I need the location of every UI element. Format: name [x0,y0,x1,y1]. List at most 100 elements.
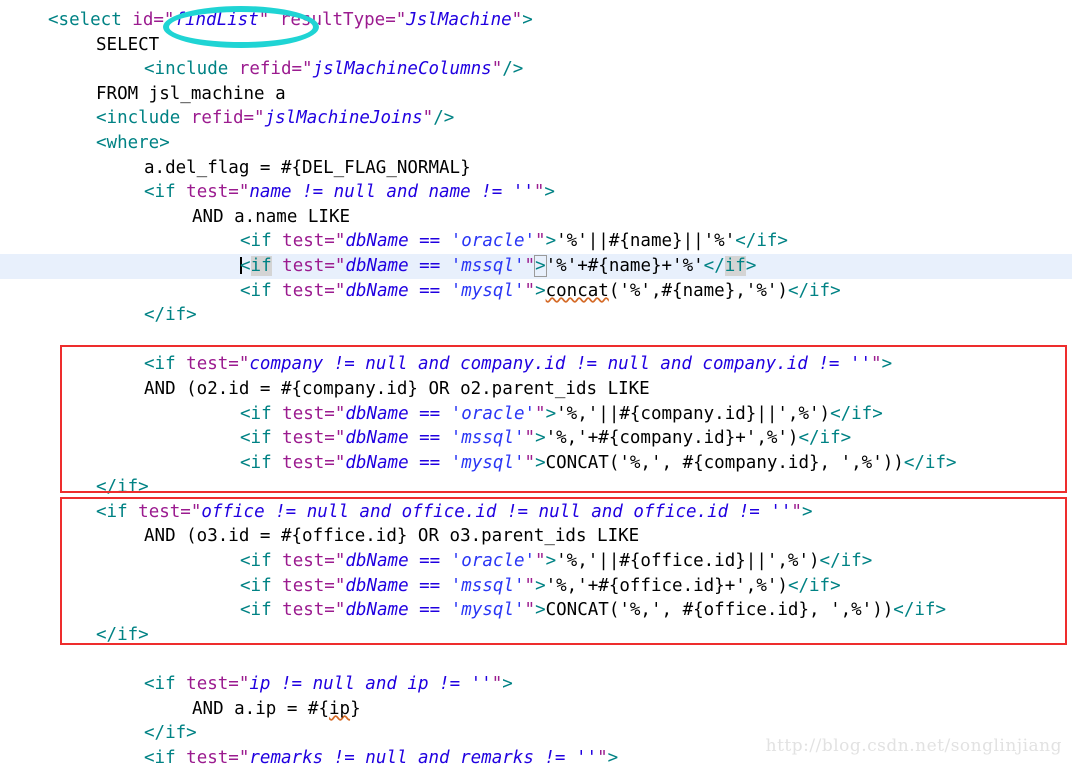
condition-ip-mid: = #{ [276,698,329,719]
code-line-13[interactable]: </if> [0,303,1072,328]
quote-close: " [524,452,536,473]
tag-if-close: </if> [830,403,883,424]
body-mssql-concat: '%'+#{name}+'%' [545,255,704,276]
body-mysql-concat-args: ('%',#{name},'%') [608,280,788,301]
code-line-19[interactable]: <if test="dbName == 'mysql'">CONCAT('%,'… [0,451,1072,476]
attr-test: test= [186,182,239,203]
code-editor[interactable]: <select id="findList" resultType="JslMac… [0,0,1072,768]
tag-include-open: <include [96,108,191,129]
tag-if-close: </if> [96,624,149,645]
code-line-26[interactable]: </if> [0,623,1072,648]
condition-office-like: AND (o3.id = #{office.id} OR o3.parent_i… [144,526,640,547]
condition-company-like: AND (o2.id = #{company.id} OR o2.parent_… [144,378,650,399]
value-dbname-eq: dbName == [345,231,451,252]
quote-open: " [334,600,346,621]
attr-refid: refid= [190,108,255,129]
code-line-22[interactable]: AND (o3.id = #{office.id} OR o3.parent_i… [0,524,1072,549]
quote-open: " [238,354,250,375]
quote-open: " [334,551,346,572]
value-dbname-eq: dbName == [345,452,451,473]
quote-open: " [334,452,346,473]
value-test-office: office != null and office.id != null and… [201,501,792,522]
tag-if-close-gt: > [745,255,757,276]
code-line-20[interactable]: </if> [0,475,1072,500]
quote-close: " [535,231,546,252]
value-dbname-eq: dbName == [345,403,451,424]
quote-open: " [334,255,346,276]
code-line-28[interactable]: <if test="ip != null and ip != ''"> [0,672,1072,697]
code-line-9[interactable]: AND a.name LIKE [0,205,1072,230]
value-dbname-eq: dbName == [345,428,451,449]
code-line-16[interactable]: AND (o2.id = #{company.id} OR o2.parent_… [0,377,1072,402]
body-mysql-office: CONCAT('%,', #{office.id}, ',%')) [545,600,894,621]
tag-if-close-lt: </ [703,255,725,276]
code-line-1[interactable]: <select id="findList" resultType="JslMac… [0,8,1072,33]
clause-from: FROM jsl_machine a [96,83,286,104]
code-line-27-blank[interactable] [0,647,1072,672]
code-line-11[interactable]: <if test="dbName == 'mssql'">'%'+#{name}… [0,253,1072,279]
code-line-24[interactable]: <if test="dbName == 'mssql'">'%,'+#{offi… [0,574,1072,599]
body-mysql-company: CONCAT('%,', #{company.id}, ',%')) [545,452,904,473]
quote-close: " [871,354,882,375]
code-line-8[interactable]: <if test="name != null and name != ''"> [0,180,1072,205]
attr-test: test= [282,231,335,252]
tag-include-selfclose: /> [433,108,455,129]
code-line-10[interactable]: <if test="dbName == 'oracle'">'%'||#{nam… [0,229,1072,254]
tag-if-gt: > [535,575,546,596]
param-ip: ip [328,698,351,719]
value-test-name: name != null and name != '' [249,182,534,203]
tag-if-gt: > [535,280,546,301]
code-line-4[interactable]: FROM jsl_machine a [0,82,1072,107]
tag-if-close: </if> [798,428,852,449]
tag-where-open: <where> [96,132,170,153]
code-line-15[interactable]: <if test="company != null and company.id… [0,352,1072,377]
code-line-14-blank[interactable] [0,328,1072,353]
space-1 [269,10,280,30]
tag-if-open: <if [240,600,283,621]
quote-open: " [334,231,346,252]
code-line-21[interactable]: <if test="office != null and office.id !… [0,500,1072,525]
code-line-6[interactable]: <where> [0,131,1072,156]
tag-if-close: </if> [787,575,841,596]
tag-select-gt: > [522,10,533,30]
tag-if-open: <if [240,428,283,449]
attr-id: id= [132,10,164,30]
code-line-2[interactable]: SELECT [0,33,1072,58]
condition-name-like: AND a.name LIKE [192,206,351,227]
tag-if-gt: > [502,674,513,695]
quote-close-2: " [511,10,523,30]
body-mssql-company: '%,'+#{company.id}+',%') [545,428,799,449]
code-line-7[interactable]: a.del_flag = #{DEL_FLAG_NORMAL} [0,156,1072,181]
code-line-3[interactable]: <include refid="jslMachineColumns"/> [0,57,1072,82]
tag-if-open: <if [240,231,283,252]
quote-close: " [535,403,546,424]
code-line-17[interactable]: <if test="dbName == 'oracle'">'%,'||#{co… [0,402,1072,427]
quote-close: " [524,428,536,449]
quote-close: " [491,674,503,695]
attr-test: test= [138,501,191,522]
code-line-25[interactable]: <if test="dbName == 'mysql'">CONCAT('%,'… [0,598,1072,623]
tag-if-close: </if> [144,723,197,744]
code-line-5[interactable]: <include refid="jslMachineJoins"/> [0,106,1072,131]
tag-if-gt: > [535,428,546,449]
code-line-23[interactable]: <if test="dbName == 'oracle'">'%,'||#{of… [0,549,1072,574]
attr-test: test= [282,551,335,572]
tag-include-selfclose: /> [502,59,524,80]
tag-if-close: </if> [735,231,788,252]
tag-if-open: <if [240,280,283,301]
quote-open: " [238,674,250,695]
quote-close: " [524,280,536,301]
tag-if-gt: > [881,354,893,375]
code-line-18[interactable]: <if test="dbName == 'mssql'">'%,'+#{comp… [0,426,1072,451]
bracket-match-close-if: if [724,255,746,276]
attr-test: test= [282,428,335,449]
quote-close: " [524,600,536,621]
code-line-12[interactable]: <if test="dbName == 'mysql'">concat('%',… [0,279,1072,304]
condition-delflag: a.del_flag = #{DEL_FLAG_NORMAL} [144,157,471,178]
tag-if-gt: > [801,501,813,522]
value-dbname-eq: dbName == [345,255,451,276]
attr-test: test= [282,403,335,424]
tag-include-open: <include [144,59,239,80]
code-line-29[interactable]: AND a.ip = #{ip} [0,697,1072,722]
value-dbname-eq: dbName == [345,600,451,621]
